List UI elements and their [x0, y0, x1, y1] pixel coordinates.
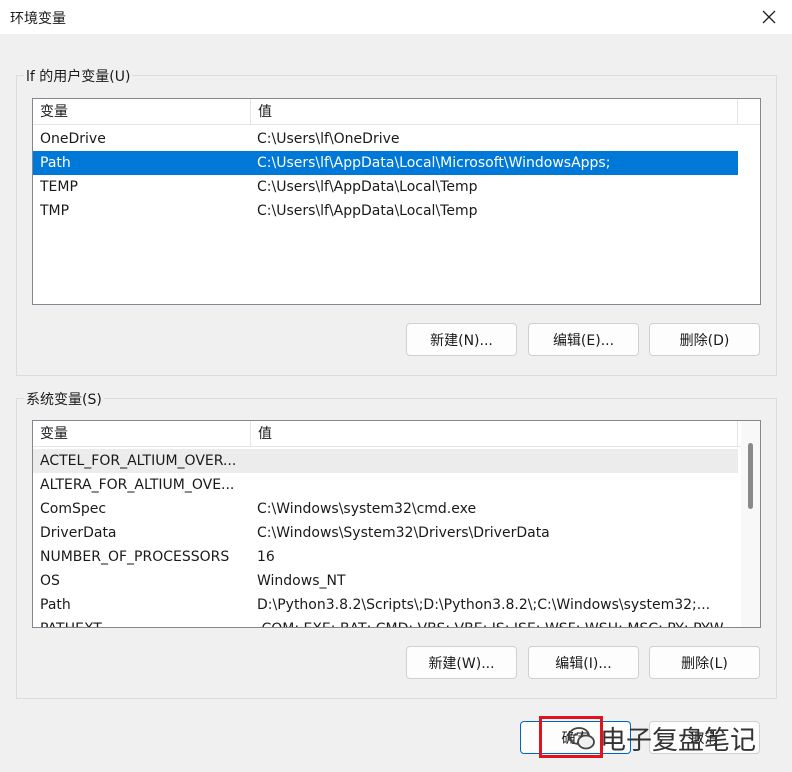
table-row[interactable]: ALTERA_FOR_ALTIUM_OVE... [33, 473, 738, 497]
variable-name: TEMP [40, 179, 78, 195]
variable-name: DriverData [40, 525, 117, 541]
variable-value: C:\Users\lf\AppData\Local\Temp [257, 179, 478, 195]
column-header-variable[interactable]: 变量 [33, 421, 251, 447]
vertical-scrollbar[interactable] [741, 421, 760, 627]
system-variables-label: 系统变量(S) [24, 389, 104, 409]
table-row[interactable]: Path D:\Python3.8.2\Scripts\;D:\Python3.… [33, 593, 738, 617]
user-delete-button[interactable]: 删除(D) [649, 323, 760, 356]
variable-name: TMP [40, 203, 70, 219]
column-header-value[interactable]: 值 [251, 421, 738, 447]
wechat-icon [568, 726, 595, 749]
variable-value: C:\Windows\system32\cmd.exe [257, 501, 477, 517]
list-header: 变量 值 [33, 99, 760, 125]
table-row[interactable]: ComSpec C:\Windows\system32\cmd.exe [33, 497, 738, 521]
list-header: 变量 值 [33, 421, 743, 447]
user-variables-list[interactable]: 变量 值 OneDrive C:\Users\lf\OneDrive Path … [32, 98, 761, 305]
user-edit-button[interactable]: 编辑(E)... [528, 323, 639, 356]
scrollbar-thumb[interactable] [748, 443, 753, 509]
variable-name: NUMBER_OF_PROCESSORS [40, 549, 230, 565]
variable-name: OS [40, 573, 60, 589]
system-edit-button[interactable]: 编辑(I)... [528, 646, 639, 679]
table-row[interactable]: TMP C:\Users\lf\AppData\Local\Temp [33, 199, 738, 223]
watermark: 电子复盘笔记 [568, 720, 756, 757]
close-button[interactable] [746, 0, 792, 34]
variable-name: OneDrive [40, 131, 106, 147]
watermark-text: 电子复盘笔记 [600, 726, 757, 756]
variable-value: .COM;.EXE;.BAT;.CMD;.VBS;.VBE;.JS;.JSE;.… [257, 617, 737, 627]
table-row-selected[interactable]: Path C:\Users\lf\AppData\Local\Microsoft… [33, 151, 738, 175]
table-row[interactable]: NUMBER_OF_PROCESSORS 16 [33, 545, 738, 569]
column-header-value[interactable]: 值 [251, 99, 738, 125]
table-row-hovered[interactable]: ACTEL_FOR_ALTIUM_OVER... [33, 449, 738, 473]
table-row[interactable]: OS Windows_NT [33, 569, 738, 593]
variable-value: 16 [257, 549, 275, 565]
variable-name: ALTERA_FOR_ALTIUM_OVE... [40, 477, 235, 493]
variable-value: C:\Users\lf\OneDrive [257, 131, 400, 147]
close-icon [762, 10, 776, 24]
user-variables-label: lf 的用户变量(U) [24, 66, 133, 86]
variable-value: D:\Python3.8.2\Scripts\;D:\Python3.8.2\;… [257, 597, 711, 613]
table-row[interactable]: TEMP C:\Users\lf\AppData\Local\Temp [33, 175, 738, 199]
title-bar: 环境变量 [0, 0, 792, 34]
system-new-button[interactable]: 新建(W)... [406, 646, 517, 679]
variable-name: ComSpec [40, 501, 107, 517]
variable-name: ACTEL_FOR_ALTIUM_OVER... [40, 453, 237, 469]
variable-value: Windows_NT [257, 573, 346, 589]
table-row[interactable]: DriverData C:\Windows\System32\Drivers\D… [33, 521, 738, 545]
system-delete-button[interactable]: 删除(L) [649, 646, 760, 679]
table-row[interactable]: PATHEXT .COM;.EXE;.BAT;.CMD;.VBS;.VBE;.J… [33, 617, 738, 627]
variable-value: C:\Users\lf\AppData\Local\Temp [257, 203, 478, 219]
variable-name: Path [40, 155, 71, 171]
column-header-variable[interactable]: 变量 [33, 99, 251, 125]
user-new-button[interactable]: 新建(N)... [406, 323, 517, 356]
table-row[interactable]: OneDrive C:\Users\lf\OneDrive [33, 127, 738, 151]
variable-name: Path [40, 597, 71, 613]
window-title: 环境变量 [10, 11, 66, 27]
variable-name: PATHEXT [40, 617, 250, 627]
variable-value: C:\Users\lf\AppData\Local\Microsoft\Wind… [257, 155, 611, 171]
variable-value: C:\Windows\System32\Drivers\DriverData [257, 525, 550, 541]
system-variables-list[interactable]: 变量 值 ACTEL_FOR_ALTIUM_OVER... ALTERA_FOR… [32, 420, 761, 628]
